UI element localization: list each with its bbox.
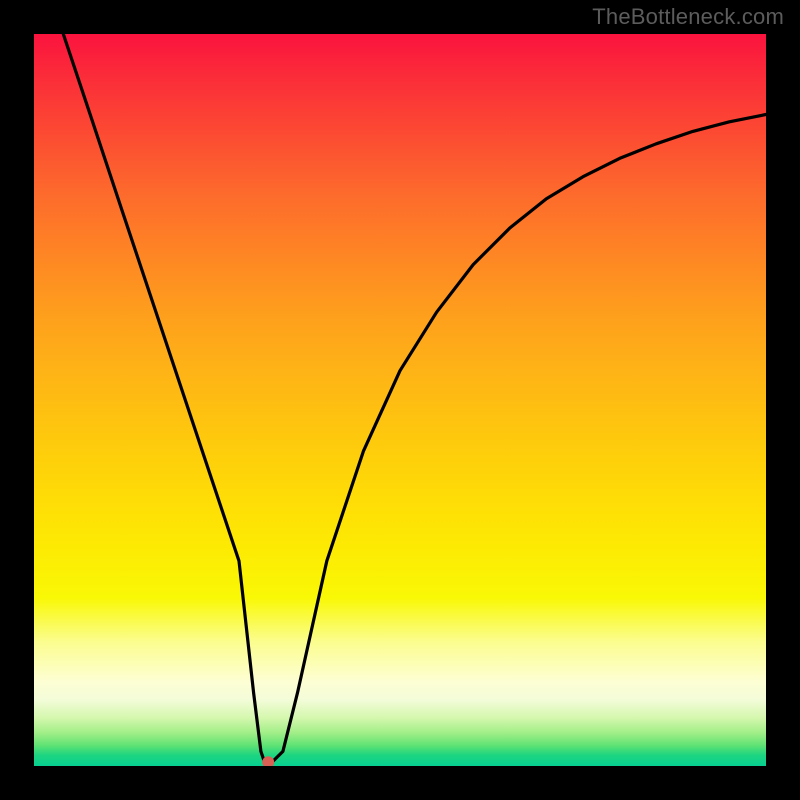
bottleneck-curve: [63, 34, 766, 762]
watermark-text: TheBottleneck.com: [592, 4, 784, 30]
curve-layer: [34, 34, 766, 766]
plot-area: [34, 34, 766, 766]
chart-frame: TheBottleneck.com: [0, 0, 800, 800]
